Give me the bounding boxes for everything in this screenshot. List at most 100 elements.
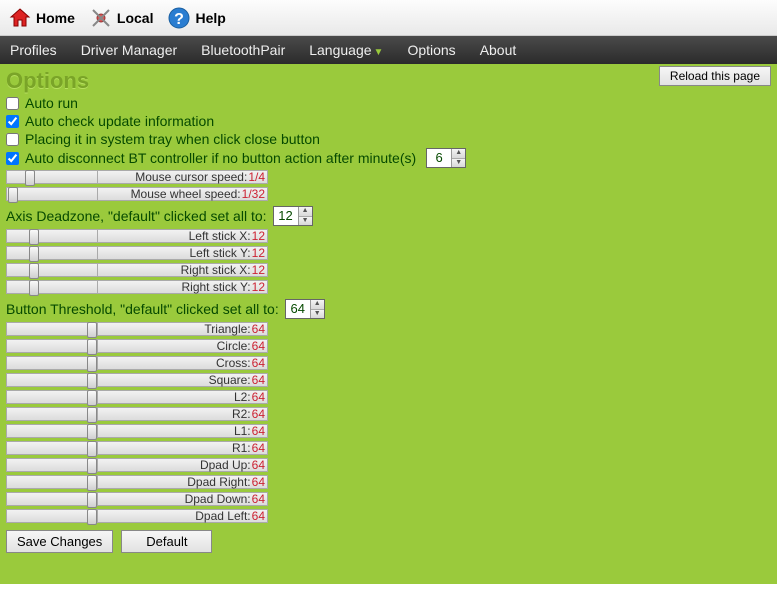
slider-threshold-7: R1:64 [6,440,268,456]
slider-thumb[interactable] [29,263,39,279]
slider-track[interactable] [6,339,98,353]
slider-track[interactable] [6,229,98,243]
home-label: Home [36,10,75,26]
slider-thumb[interactable] [87,458,97,474]
slider-track[interactable] [6,263,98,277]
auto-run-label: Auto run [25,94,78,112]
slider-label: Circle:64 [98,339,268,353]
spin-up-icon[interactable]: ▲ [452,149,465,159]
slider-thumb[interactable] [87,509,97,525]
local-button[interactable]: Local [89,6,154,30]
spin-down-icon[interactable]: ▼ [299,217,312,226]
slider-thumb[interactable] [8,187,18,203]
slider-label: Cross:64 [98,356,268,370]
slider-track[interactable] [6,492,98,506]
slider-track[interactable] [6,407,98,421]
slider-track[interactable] [6,187,98,201]
slider-deadzone-2: Right stick X:12 [6,262,268,278]
slider-threshold-5: R2:64 [6,406,268,422]
default-button[interactable]: Default [121,530,212,553]
slider-label: Left stick X:12 [98,229,268,243]
slider-track[interactable] [6,280,98,294]
slider-threshold-2: Cross:64 [6,355,268,371]
threshold-spinner[interactable]: 64 ▲▼ [285,299,325,319]
slider-label: Dpad Left:64 [98,509,268,523]
menu-options[interactable]: Options [407,42,455,58]
svg-text:?: ? [175,11,185,28]
menu-bluetooth-pair[interactable]: BluetoothPair [201,42,285,58]
auto-check-checkbox[interactable] [6,115,19,128]
menu-language[interactable]: Language▼ [309,42,383,58]
auto-run-checkbox[interactable] [6,97,19,110]
slider-thumb[interactable] [29,229,39,245]
slider-label: Right stick X:12 [98,263,268,277]
slider-track[interactable] [6,475,98,489]
slider-threshold-8: Dpad Up:64 [6,457,268,473]
slider-thumb[interactable] [87,339,97,355]
spin-down-icon[interactable]: ▼ [311,310,324,319]
systray-checkbox[interactable] [6,133,19,146]
slider-track[interactable] [6,509,98,523]
slider-label: Left stick Y:12 [98,246,268,260]
local-label: Local [117,10,154,26]
slider-label: Dpad Down:64 [98,492,268,506]
slider-thumb[interactable] [25,170,35,186]
slider-threshold-4: L2:64 [6,389,268,405]
slider-thumb[interactable] [87,424,97,440]
slider-thumb[interactable] [87,441,97,457]
slider-deadzone-0: Left stick X:12 [6,228,268,244]
menu-profiles[interactable]: Profiles [10,42,57,58]
help-button[interactable]: ? Help [167,6,225,30]
slider-track[interactable] [6,356,98,370]
slider-track[interactable] [6,373,98,387]
help-icon: ? [167,6,191,30]
slider-label: R2:64 [98,407,268,421]
slider-track[interactable] [6,390,98,404]
opt-systray: Placing it in system tray when click clo… [6,130,771,148]
slider-track[interactable] [6,458,98,472]
slider-thumb[interactable] [29,246,39,262]
spin-up-icon[interactable]: ▲ [299,207,312,217]
slider-mouse-cursor: Mouse cursor speed:1/4 [6,169,268,185]
threshold-header: Button Threshold, "default" clicked set … [6,299,771,319]
slider-threshold-10: Dpad Down:64 [6,491,268,507]
slider-track[interactable] [6,170,98,184]
content-area: Reload this page Options Auto run Auto c… [0,64,777,584]
slider-mouse-wheel: Mouse wheel speed:1/32 [6,186,268,202]
slider-thumb[interactable] [87,492,97,508]
slider-track[interactable] [6,441,98,455]
slider-deadzone-3: Right stick Y:12 [6,279,268,295]
home-icon [8,6,32,30]
menu-about[interactable]: About [480,42,517,58]
home-button[interactable]: Home [8,6,75,30]
auto-disc-spinner[interactable]: 6 ▲▼ [426,148,466,168]
slider-thumb[interactable] [87,322,97,338]
slider-label: Dpad Up:64 [98,458,268,472]
slider-thumb[interactable] [87,390,97,406]
slider-label: R1:64 [98,441,268,455]
menu-bar: Profiles Driver Manager BluetoothPair La… [0,36,777,64]
deadzone-header: Axis Deadzone, "default" clicked set all… [6,206,771,226]
slider-thumb[interactable] [29,280,39,296]
slider-thumb[interactable] [87,373,97,389]
slider-track[interactable] [6,322,98,336]
auto-disc-label: Auto disconnect BT controller if no butt… [25,149,416,167]
save-button[interactable]: Save Changes [6,530,113,553]
spin-down-icon[interactable]: ▼ [452,159,465,168]
slider-thumb[interactable] [87,475,97,491]
slider-thumb[interactable] [87,356,97,372]
reload-button[interactable]: Reload this page [659,66,771,86]
slider-track[interactable] [6,424,98,438]
menu-driver-manager[interactable]: Driver Manager [81,42,177,58]
slider-thumb[interactable] [87,407,97,423]
opt-auto-check: Auto check update information [6,112,771,130]
deadzone-spinner[interactable]: 12 ▲▼ [273,206,313,226]
slider-label: L2:64 [98,390,268,404]
spin-up-icon[interactable]: ▲ [311,300,324,310]
slider-label: Dpad Right:64 [98,475,268,489]
opt-auto-disc: Auto disconnect BT controller if no butt… [6,148,771,168]
slider-label: Square:64 [98,373,268,387]
auto-disc-checkbox[interactable] [6,152,19,165]
slider-track[interactable] [6,246,98,260]
slider-threshold-11: Dpad Left:64 [6,508,268,524]
